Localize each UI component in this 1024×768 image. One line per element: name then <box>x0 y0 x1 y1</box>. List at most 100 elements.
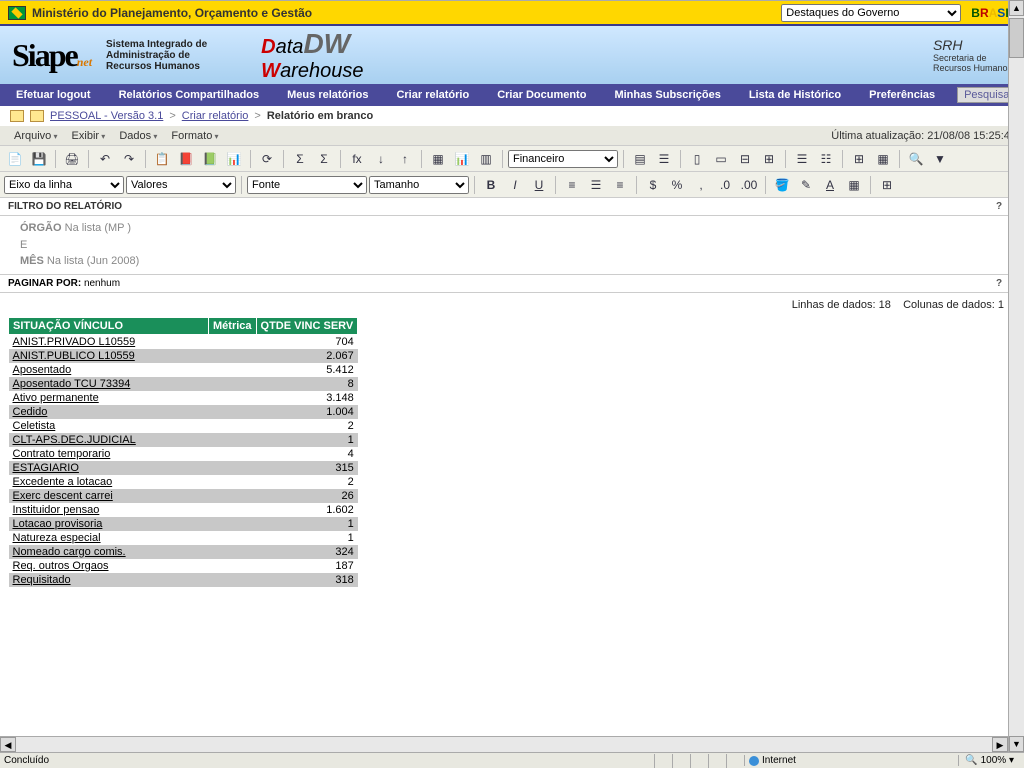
nav-create-report[interactable]: Criar relatório <box>384 85 481 105</box>
table-row[interactable]: Excedente a lotacao2 <box>9 475 358 489</box>
borders-icon[interactable]: ▦ <box>843 175 865 195</box>
axis-select[interactable]: Eixo da linha <box>4 176 124 194</box>
row-label[interactable]: Excedente a lotacao <box>9 475 209 489</box>
save-icon[interactable]: 💾 <box>28 149 50 169</box>
lock-col-icon[interactable]: ⊟ <box>734 149 756 169</box>
row-label[interactable]: ANIST.PRIVADO L10559 <box>9 334 209 349</box>
style-select[interactable]: Financeiro <box>508 150 618 168</box>
row-label[interactable]: ANIST.PUBLICO L10559 <box>9 349 209 363</box>
table-row[interactable]: Lotacao provisoria1 <box>9 517 358 531</box>
align-left-icon[interactable]: ≡ <box>561 175 583 195</box>
folder-icon[interactable] <box>30 110 44 122</box>
merge-row-icon[interactable]: ▭ <box>710 149 732 169</box>
nav-preferences[interactable]: Preferências <box>857 85 947 105</box>
gov-highlights-select[interactable]: Destaques do Governo <box>781 4 961 22</box>
col-qtde[interactable]: QTDE VINC SERV <box>256 317 358 334</box>
italic-icon[interactable]: I <box>504 175 526 195</box>
row-label[interactable]: Nomeado cargo comis. <box>9 545 209 559</box>
table-row[interactable]: Aposentado5.412 <box>9 363 358 377</box>
redo-icon[interactable]: ↷ <box>118 149 140 169</box>
font-color-icon[interactable]: A <box>819 175 841 195</box>
font-select[interactable]: Fonte <box>247 176 367 194</box>
table-row[interactable]: ESTAGIARIO315 <box>9 461 358 475</box>
menu-exibir[interactable]: Exibir <box>66 128 112 144</box>
row-label[interactable]: Lotacao provisoria <box>9 517 209 531</box>
table-row[interactable]: Celetista2 <box>9 419 358 433</box>
breadcrumb-create-report[interactable]: Criar relatório <box>182 110 249 122</box>
row-label[interactable]: Instituidor pensao <box>9 503 209 517</box>
pdf-icon[interactable]: 📕 <box>175 149 197 169</box>
dec-inc-icon[interactable]: .0 <box>714 175 736 195</box>
table-row[interactable]: Req. outros Orgaos187 <box>9 559 358 573</box>
row-label[interactable]: Aposentado <box>9 363 209 377</box>
nav-subscriptions[interactable]: Minhas Subscrições <box>602 85 732 105</box>
help-icon[interactable]: ? <box>996 201 1002 212</box>
menu-dados[interactable]: Dados <box>113 128 163 144</box>
banding1-icon[interactable]: ☰ <box>791 149 813 169</box>
fx-icon[interactable]: fx <box>346 149 368 169</box>
menu-formato[interactable]: Formato <box>165 128 224 144</box>
outline2-icon[interactable]: ☰ <box>653 149 675 169</box>
scroll-left-icon[interactable]: ◀ <box>0 737 16 752</box>
filter-icon[interactable]: ▼ <box>929 149 951 169</box>
scroll-thumb[interactable] <box>1009 18 1024 58</box>
col-situacao[interactable]: SITUAÇÃO VÍNCULO <box>9 317 209 334</box>
percent-icon[interactable]: % <box>666 175 688 195</box>
sigma-icon[interactable]: Σ <box>289 149 311 169</box>
align-center-icon[interactable]: ☰ <box>585 175 607 195</box>
nav-logout[interactable]: Efetuar logout <box>4 85 103 105</box>
menu-arquivo[interactable]: Arquivo <box>8 128 64 144</box>
fill-color-icon[interactable]: 🪣 <box>771 175 793 195</box>
nav-create-document[interactable]: Criar Documento <box>485 85 598 105</box>
table-row[interactable]: Exerc descent carrei26 <box>9 489 358 503</box>
pivot-icon[interactable]: ⊞ <box>848 149 870 169</box>
export2-icon[interactable]: 📊 <box>223 149 245 169</box>
sort-asc-icon[interactable]: ↓ <box>370 149 392 169</box>
table-row[interactable]: CLT-APS.DEC.JUDICIAL1 <box>9 433 358 447</box>
banding2-icon[interactable]: ☷ <box>815 149 837 169</box>
status-zoom[interactable]: 🔍 100% ▾ <box>958 755 1020 766</box>
size-select[interactable]: Tamanho <box>369 176 469 194</box>
scroll-down-icon[interactable]: ▼ <box>1009 736 1024 752</box>
refresh-icon[interactable]: ⟳ <box>256 149 278 169</box>
table-row[interactable]: Natureza especial1 <box>9 531 358 545</box>
row-label[interactable]: Exerc descent carrei <box>9 489 209 503</box>
nav-shared-reports[interactable]: Relatórios Compartilhados <box>107 85 272 105</box>
scroll-up-icon[interactable]: ▲ <box>1009 0 1024 16</box>
table-row[interactable]: Nomeado cargo comis.324 <box>9 545 358 559</box>
breadcrumb-pessoal[interactable]: PESSOAL - Versão 3.1 <box>50 110 163 122</box>
currency-icon[interactable]: $ <box>642 175 664 195</box>
sigma2-icon[interactable]: Σ <box>313 149 335 169</box>
nav-my-reports[interactable]: Meus relatórios <box>275 85 380 105</box>
both-view-icon[interactable]: ▥ <box>475 149 497 169</box>
new-icon[interactable]: 📄 <box>4 149 26 169</box>
grid-toggle-icon[interactable]: ⊞ <box>876 175 898 195</box>
merge-col-icon[interactable]: ▯ <box>686 149 708 169</box>
export-icon[interactable]: 📋 <box>151 149 173 169</box>
table-row[interactable]: Cedido1.004 <box>9 405 358 419</box>
excel-icon[interactable]: 📗 <box>199 149 221 169</box>
align-right-icon[interactable]: ≡ <box>609 175 631 195</box>
comma-icon[interactable]: , <box>690 175 712 195</box>
horizontal-scrollbar[interactable]: ◀ ▶ <box>0 736 1008 752</box>
vertical-scrollbar[interactable]: ▲ ▼ <box>1008 0 1024 752</box>
row-label[interactable]: Aposentado TCU 73394 <box>9 377 209 391</box>
row-label[interactable]: Cedido <box>9 405 209 419</box>
col-metrica[interactable]: Métrica <box>209 317 257 334</box>
row-label[interactable]: Req. outros Orgaos <box>9 559 209 573</box>
row-label[interactable]: Requisitado <box>9 573 209 587</box>
row-label[interactable]: Ativo permanente <box>9 391 209 405</box>
print-icon[interactable]: 🖨 <box>61 149 83 169</box>
table-row[interactable]: Contrato temporario4 <box>9 447 358 461</box>
table-row[interactable]: Ativo permanente3.148 <box>9 391 358 405</box>
table-row[interactable]: Instituidor pensao1.602 <box>9 503 358 517</box>
scroll-right-icon[interactable]: ▶ <box>992 737 1008 752</box>
help-icon[interactable]: ? <box>996 278 1002 289</box>
row-label[interactable]: Natureza especial <box>9 531 209 545</box>
values-select[interactable]: Valores <box>126 176 236 194</box>
row-label[interactable]: CLT-APS.DEC.JUDICIAL <box>9 433 209 447</box>
underline-icon[interactable]: U <box>528 175 550 195</box>
home-icon[interactable] <box>10 110 24 122</box>
table-row[interactable]: ANIST.PUBLICO L105592.067 <box>9 349 358 363</box>
grid-view-icon[interactable]: ▦ <box>427 149 449 169</box>
